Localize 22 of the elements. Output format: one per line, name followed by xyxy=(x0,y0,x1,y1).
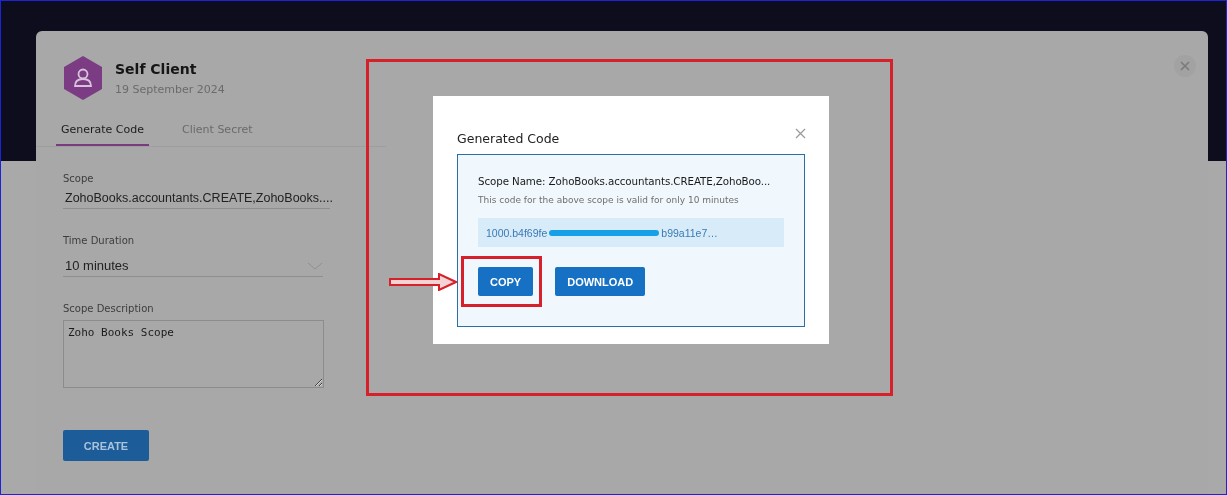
close-icon[interactable] xyxy=(795,127,806,139)
scope-name: Scope Name: ZohoBooks.accountants.CREATE,ZohoBoo... xyxy=(478,175,772,187)
arrow-icon xyxy=(389,273,457,291)
dialog-button[interactable]: DOWNLOAD xyxy=(555,267,646,296)
description-textarea[interactable]: Zoho Books Scope xyxy=(63,320,324,388)
code-text: 1000.b4f69fe xyxy=(486,226,548,239)
close-icon[interactable] xyxy=(1174,55,1196,77)
field-label: Time Duration xyxy=(63,235,136,246)
chevron-down-icon xyxy=(307,261,323,270)
tab[interactable]: Generate Code xyxy=(56,123,150,146)
scope-field[interactable]: ZohoBooks.accountants.CREATE,ZohoBooks.... xyxy=(63,184,330,209)
field-label: Scope Description xyxy=(63,303,155,314)
code-text: b99a11e7… xyxy=(661,226,718,239)
dialog-button[interactable]: COPY xyxy=(478,267,534,296)
dialog-title: Generated Code xyxy=(457,130,560,146)
duration-dropdown[interactable]: 10 minutes xyxy=(63,246,323,277)
client-date: 19 September 2024 xyxy=(115,82,225,96)
user-avatar-icon xyxy=(63,55,103,101)
validity-note: This code for the above scope is valid for only 10 minutes xyxy=(478,195,740,205)
client-name: Self Client xyxy=(115,60,198,77)
create-button[interactable]: CREATE xyxy=(63,430,149,461)
field-label: Scope xyxy=(63,173,95,184)
